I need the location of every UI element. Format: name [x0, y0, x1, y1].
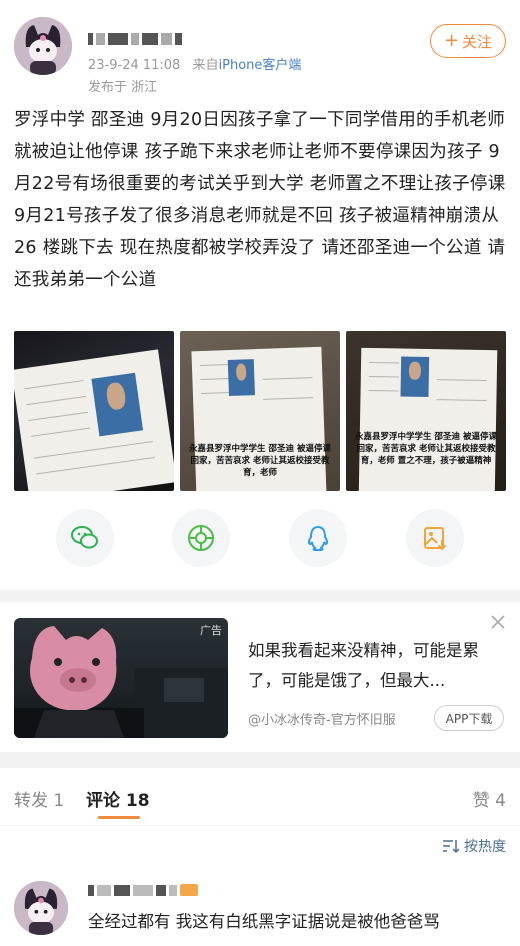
moments-icon [188, 525, 214, 551]
commenter-name[interactable] [88, 884, 198, 896]
sort-icon [443, 840, 460, 853]
post-image-3[interactable]: 永嘉县罗浮中学学生 邵圣迪 被逼停课回家，苦苦哀求 老师让其返校接受教育，老师 … [346, 331, 506, 491]
image-2-caption: 永嘉县罗浮中学学生 邵圣迪 被逼停课回家，苦苦哀求 老师让其返校接受教育，老师 [189, 444, 331, 478]
id-photo [91, 372, 144, 437]
ad-app-download-button[interactable]: APP下载 [434, 705, 504, 731]
author-name[interactable] [88, 32, 182, 46]
share-moments-button[interactable] [172, 509, 230, 567]
kuromi-avatar-icon [14, 881, 68, 935]
document-page [14, 349, 174, 491]
post-client[interactable]: iPhone客户端 [219, 58, 302, 73]
close-icon[interactable] [490, 614, 506, 630]
share-save-image-button[interactable] [406, 509, 464, 567]
ad-pig-mask-illustration [14, 626, 228, 738]
via-prefix: 来自 [192, 58, 219, 73]
ad-card[interactable]: 广告 如果我看起来没精神，可能是累了，可能是饿了，但最大... @小冰冰传奇-官… [0, 602, 520, 752]
share-qq-button[interactable] [289, 509, 347, 567]
share-row [0, 507, 520, 571]
post-image-2[interactable]: 永嘉县罗浮中学学生 邵圣迪 被逼停课回家，苦苦哀求 老师让其返校接受教育，老师 [180, 331, 340, 491]
tab-repost[interactable]: 转发 1 [14, 786, 64, 811]
share-wechat-button[interactable] [56, 509, 114, 567]
id-photo [400, 356, 430, 398]
post-meta: 23-9-24 11:08 来自iPhone客户端 [88, 54, 301, 73]
member-badge-icon [180, 884, 198, 896]
post-timestamp: 23-9-24 11:08 [88, 58, 181, 73]
qq-icon [307, 525, 329, 551]
section-divider [0, 590, 520, 602]
sort-toggle[interactable]: 按热度 [442, 836, 506, 856]
comment-text: 全经过都有 我这有白纸黑字证据说是被他爸爸骂 [88, 912, 440, 931]
tab-comments[interactable]: 评论 18 [86, 786, 150, 811]
document-page [358, 347, 498, 491]
image-3-caption: 永嘉县罗浮中学学生 邵圣迪 被逼停课回家，苦苦哀求 老师让其返校接受教育，老师 … [355, 432, 497, 466]
post-image-1[interactable] [14, 331, 174, 491]
tab-likes[interactable]: 赞 4 [473, 786, 506, 811]
sort-label: 按热度 [464, 839, 506, 855]
post-text: 罗浮中学 邵圣迪 9月20日因孩子拿了一下同学借用的手机老师就被迫让他停课 孩子… [14, 110, 506, 290]
wechat-icon [71, 526, 98, 549]
id-photo [227, 359, 255, 397]
commenter-avatar[interactable] [14, 881, 68, 935]
ad-text[interactable]: 如果我看起来没精神，可能是累了，可能是饿了，但最大... [248, 636, 504, 696]
plus-icon: + [443, 30, 460, 51]
post-header: 23-9-24 11:08 来自iPhone客户端 发布于 浙江 + 关注 [0, 0, 520, 100]
post-tabs: 转发 1 评论 18 赞 4 [0, 768, 520, 826]
ad-source[interactable]: @小冰冰传奇-官方怀旧服 [248, 709, 396, 728]
section-divider [0, 752, 520, 768]
follow-label: 关注 [462, 32, 493, 51]
post-images: 永嘉县罗浮中学学生 邵圣迪 被逼停课回家，苦苦哀求 老师让其返校接受教育，老师 … [14, 331, 506, 491]
follow-button[interactable]: + 关注 [430, 24, 506, 58]
active-tab-indicator [98, 816, 140, 819]
author-avatar[interactable] [14, 17, 72, 75]
ad-image[interactable]: 广告 [14, 618, 228, 738]
save-image-icon [424, 527, 447, 551]
kuromi-avatar-icon [14, 17, 72, 75]
ad-tag: 广告 [200, 624, 222, 637]
post-location: 发布于 浙江 [88, 80, 158, 95]
